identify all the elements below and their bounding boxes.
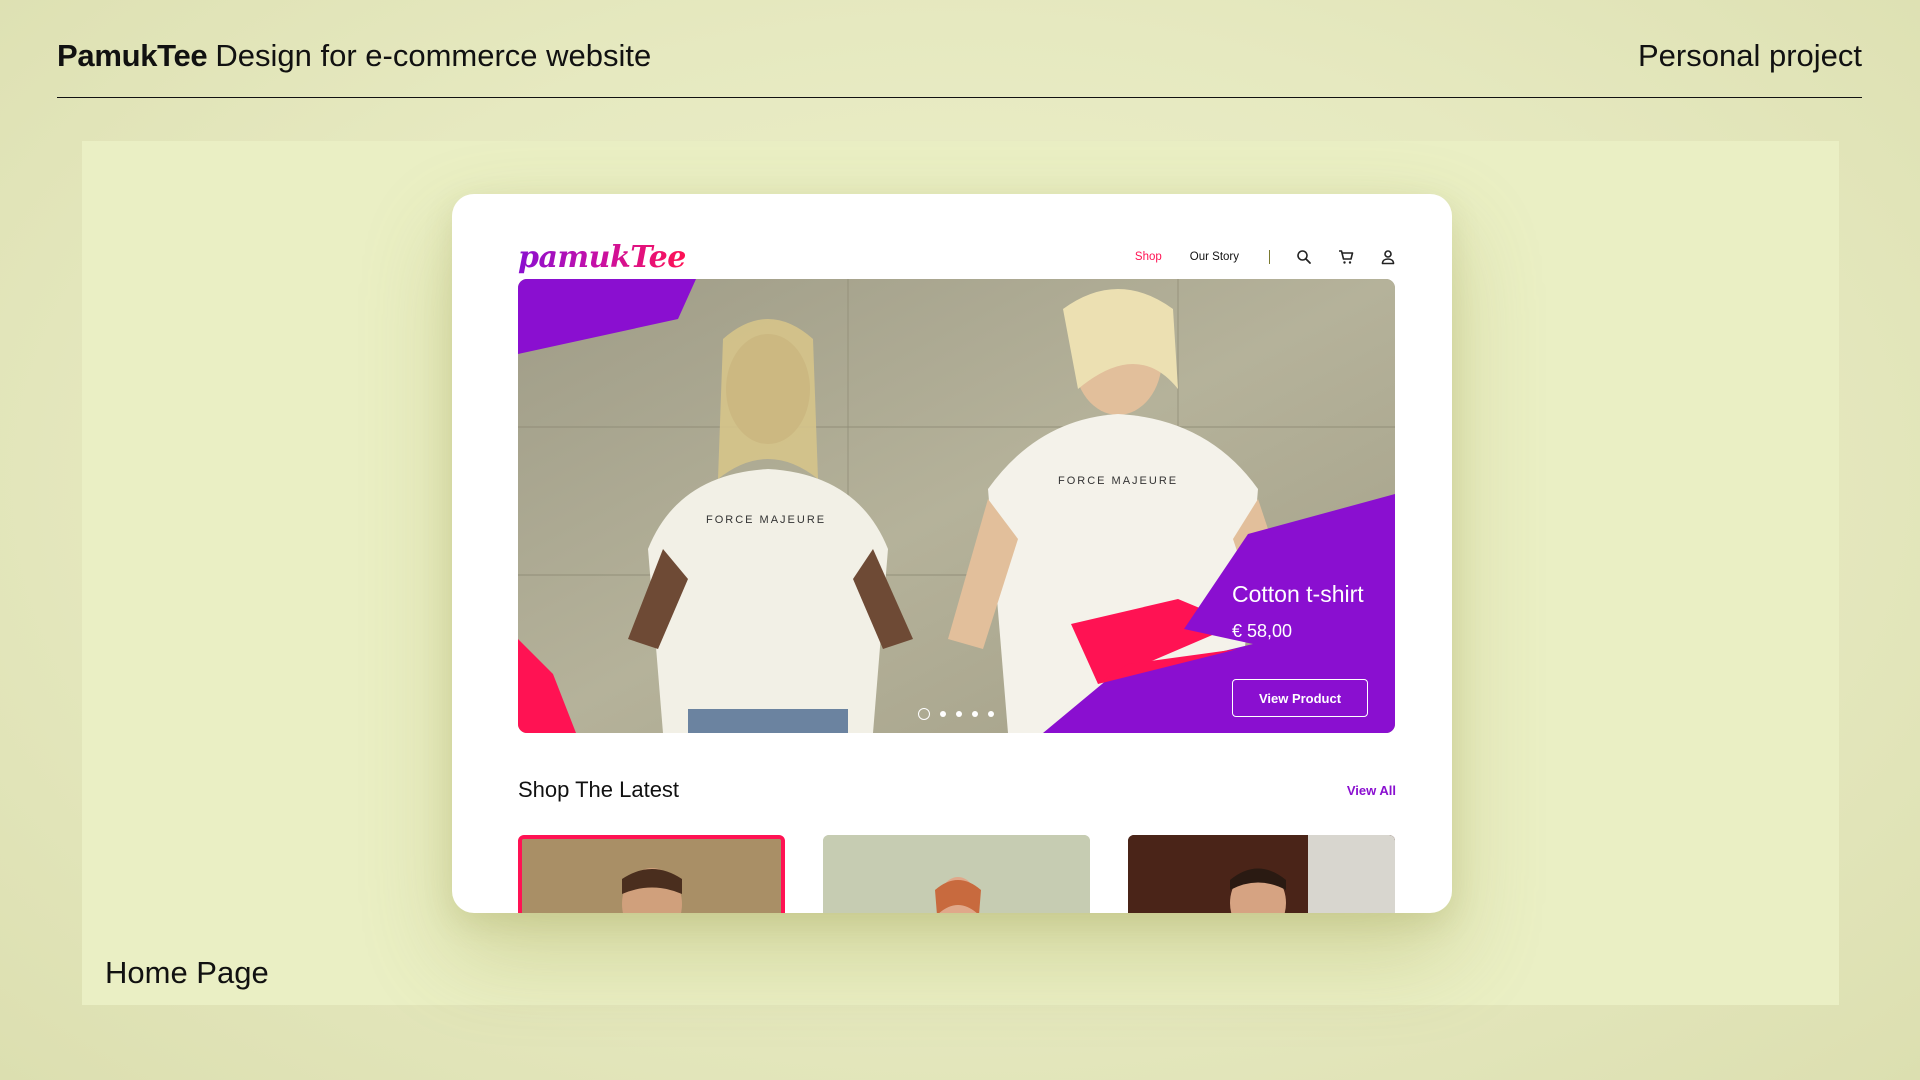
hero-banner: FORCE MAJEURE FORCE MAJEURE Cotton t-shi…	[518, 279, 1395, 733]
carousel-dots	[918, 708, 994, 720]
nav-our-story[interactable]: Our Story	[1190, 251, 1239, 263]
page-label: Home Page	[105, 955, 269, 990]
carousel-dot-2[interactable]	[940, 711, 946, 717]
product-image-3	[1128, 835, 1395, 913]
search-icon[interactable]	[1296, 249, 1312, 265]
carousel-dot-3[interactable]	[956, 711, 962, 717]
carousel-dot-4[interactable]	[972, 711, 978, 717]
nav-shop[interactable]: Shop	[1135, 251, 1162, 263]
site-logo[interactable]: pamukTee	[518, 240, 686, 275]
brand-name: PamukTee	[57, 38, 208, 73]
product-card-1[interactable]	[518, 835, 785, 913]
hero-product-price: € 58,00	[1232, 621, 1293, 641]
svg-text:FORCE MAJEURE: FORCE MAJEURE	[1058, 475, 1178, 487]
nav-menu: Shop Our Story	[1107, 249, 1396, 265]
svg-text:FORCE MAJEURE: FORCE MAJEURE	[706, 514, 826, 526]
presentation-header: PamukTee Design for e-commerce website Pe…	[57, 38, 1862, 98]
product-card-2[interactable]	[823, 835, 1090, 913]
view-all-link[interactable]: View All	[1347, 783, 1396, 798]
carousel-dot-1[interactable]	[918, 708, 930, 720]
user-icon[interactable]	[1380, 249, 1396, 265]
latest-section-header: Shop The Latest View All	[518, 777, 1396, 803]
product-grid	[518, 835, 1395, 913]
view-product-button[interactable]: View Product	[1232, 679, 1368, 717]
hero-product-title: Cotton t-shirt	[1232, 581, 1364, 607]
product-image-2	[823, 835, 1090, 913]
hero-image: FORCE MAJEURE FORCE MAJEURE	[518, 279, 1395, 733]
product-image-1	[522, 839, 781, 913]
website-mockup: pamukTee Shop Our Story FORCE MAJEURE FO…	[452, 194, 1452, 913]
carousel-dot-5[interactable]	[988, 711, 994, 717]
title-group: PamukTee Design for e-commerce website	[57, 38, 651, 74]
presentation-subtitle: Design for e-commerce website	[215, 38, 652, 73]
project-type: Personal project	[1637, 38, 1862, 73]
presentation-canvas: pamukTee Shop Our Story FORCE MAJEURE FO…	[82, 141, 1839, 1005]
cart-icon[interactable]	[1338, 249, 1354, 265]
section-title: Shop The Latest	[518, 777, 680, 802]
product-card-3[interactable]	[1128, 835, 1395, 913]
site-navbar: pamukTee Shop Our Story	[518, 232, 1396, 282]
nav-divider	[1269, 250, 1270, 264]
